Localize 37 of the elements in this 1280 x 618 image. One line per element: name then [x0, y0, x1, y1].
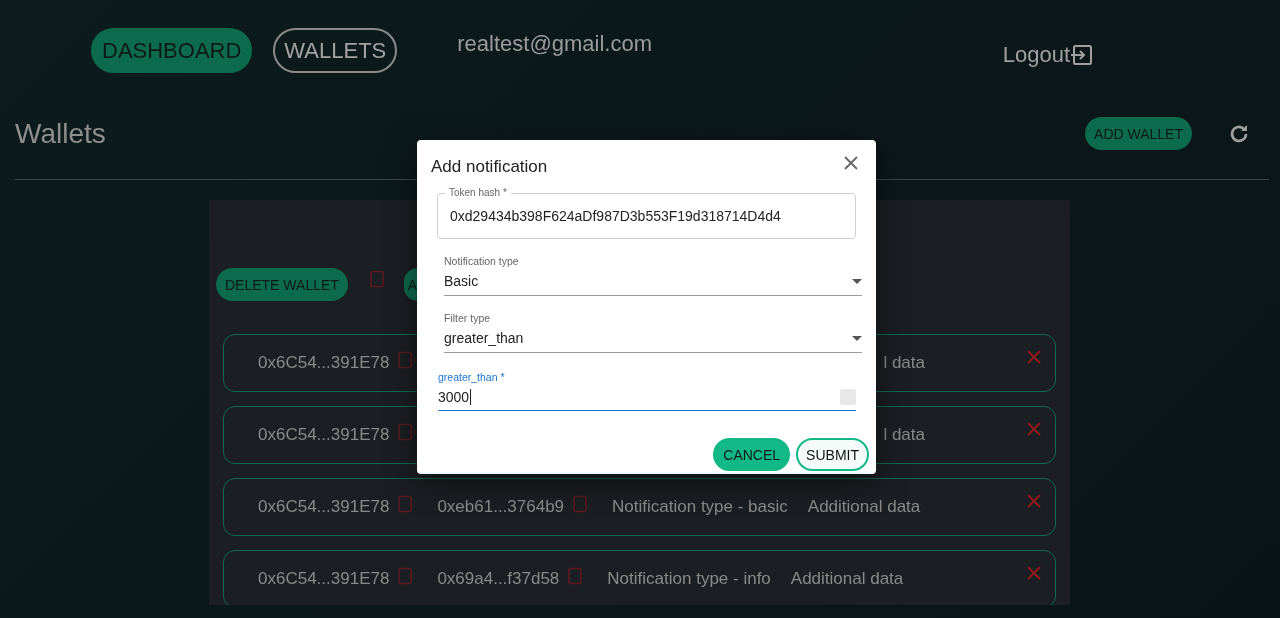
copy-icon[interactable]	[567, 567, 584, 585]
wallet-address: 0x6C54...391E78	[258, 497, 390, 517]
logout-icon[interactable]	[1070, 43, 1094, 67]
dropdown-icon	[852, 278, 862, 284]
dropdown-icon	[852, 335, 862, 341]
wallet-address: 0x6C54...391E78	[258, 353, 390, 373]
token-hash: 0x69a4...f37d58	[437, 569, 560, 589]
page-title: Wallets	[15, 117, 106, 150]
dialog-button[interactable]: CANCEL	[713, 438, 791, 471]
dialog-title: Add notification	[431, 157, 548, 177]
wallet-address: 0x6C54...391E78	[258, 425, 390, 445]
wallet-address: 0x6C54...391E78	[258, 569, 390, 589]
user-email: realtest@gmail.com	[457, 31, 652, 57]
copy-icon[interactable]	[397, 423, 414, 441]
select-field[interactable]: Filter type greater_than	[444, 312, 862, 353]
copy-icon[interactable]	[397, 351, 414, 369]
copy-icon[interactable]	[368, 269, 385, 288]
additional-data: Additional data	[807, 497, 921, 517]
delete-icon[interactable]	[1027, 566, 1041, 580]
delete-icon[interactable]	[1027, 494, 1041, 508]
delete-icon[interactable]	[1027, 350, 1041, 364]
notification-type: Notification type - basic	[612, 497, 788, 517]
copy-icon[interactable]	[572, 495, 589, 513]
logout-button[interactable]: Logout	[1002, 42, 1094, 68]
select-field[interactable]: Notification type Basic	[444, 255, 862, 296]
dialog-button[interactable]: SUBMIT	[796, 438, 869, 471]
token-hash: 0xeb61...3764b9	[437, 497, 565, 517]
number-field[interactable]: greater_than * 3000	[438, 371, 856, 411]
additional-data: l data	[883, 425, 925, 445]
additional-data: Additional data	[790, 569, 904, 589]
close-icon[interactable]	[844, 156, 858, 170]
copy-icon[interactable]	[397, 567, 414, 585]
delete-icon[interactable]	[1027, 422, 1041, 436]
notification-type: Notification type - info	[607, 569, 771, 589]
additional-data: l data	[883, 353, 925, 373]
nav-tab[interactable]: WALLETS	[273, 28, 398, 73]
copy-icon[interactable]	[397, 495, 414, 513]
